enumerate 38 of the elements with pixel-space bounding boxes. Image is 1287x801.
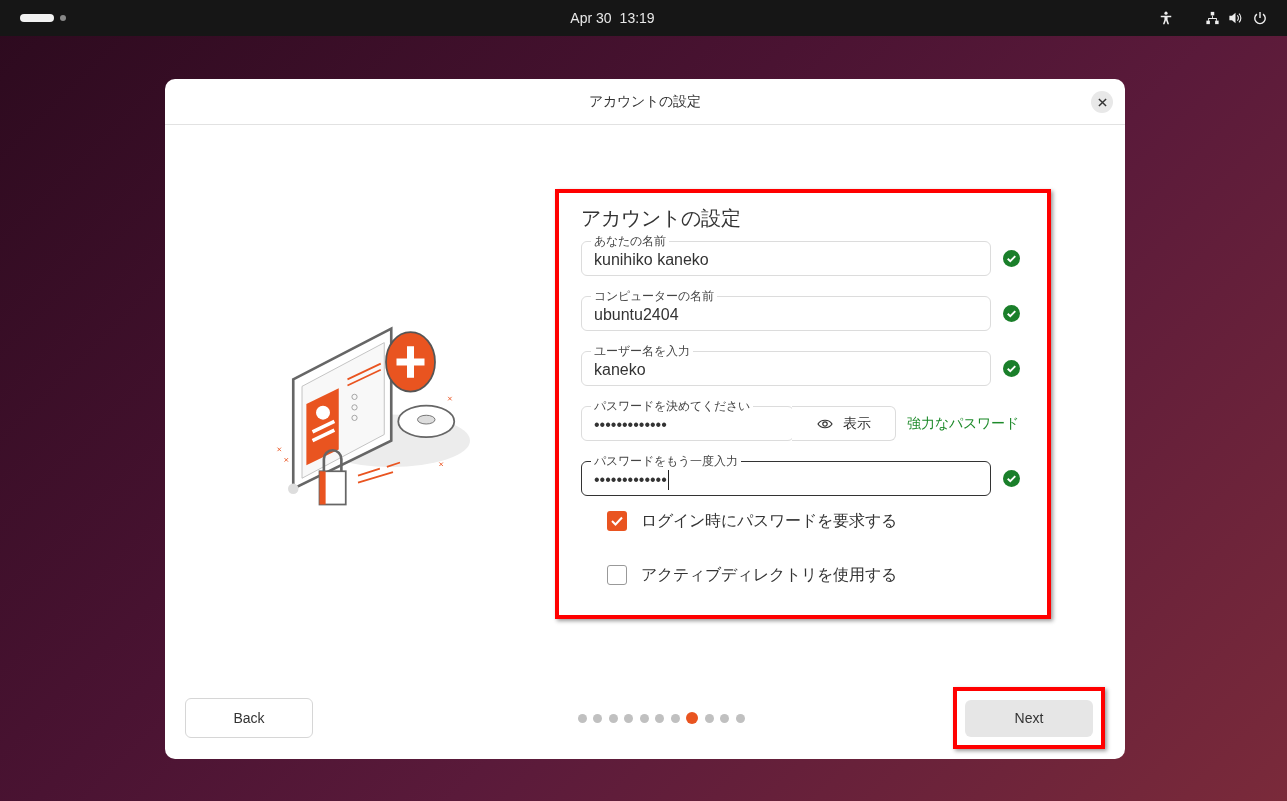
next-button[interactable]: Next (965, 699, 1093, 737)
show-password-button[interactable]: 表示 (792, 406, 896, 441)
back-button[interactable]: Back (185, 698, 313, 738)
check-icon (611, 516, 623, 526)
checkbox[interactable] (607, 511, 627, 531)
window-title: アカウントの設定 (589, 92, 701, 111)
input-field[interactable]: パスワードをもう一度入力 ••••••••••••• (581, 454, 991, 496)
close-icon (1097, 97, 1107, 107)
input-field[interactable]: ユーザー名を入力 kaneko (581, 344, 991, 386)
text-cursor (667, 470, 670, 490)
checkbox[interactable] (607, 565, 627, 585)
workspace-indicator[interactable] (60, 15, 66, 21)
form-heading: アカウントの設定 (581, 206, 742, 231)
field-value: ••••••••••••• (594, 415, 667, 435)
checkbox-label: ログイン時にパスワードを要求する (641, 511, 897, 531)
field-value: kunihiko kaneko (594, 250, 709, 270)
password-strength-text: 強力なパスワード (907, 413, 1019, 433)
checkbox-label: アクティブディレクトリを使用する (641, 565, 897, 585)
eye-icon (816, 418, 833, 429)
field-value: ubuntu2404 (594, 305, 679, 325)
field-value: kaneko (594, 360, 646, 380)
network-icon[interactable] (1205, 11, 1220, 25)
volume-icon[interactable] (1228, 11, 1243, 25)
close-button[interactable] (1091, 91, 1113, 113)
field-value: ••••••••••••• (594, 470, 667, 490)
field-label: あなたの名前 (593, 234, 667, 248)
field-label: パスワードをもう一度入力 (593, 454, 739, 468)
accessibility-icon[interactable] (1159, 11, 1173, 25)
input-field[interactable]: コンピューターの名前 ubuntu2404 (581, 289, 991, 331)
power-icon[interactable] (1253, 11, 1267, 25)
date-text[interactable]: Apr 30 (570, 7, 612, 29)
field-label: パスワードを決めてください (593, 399, 751, 413)
field-label: コンピューターの名前 (593, 289, 715, 303)
clock-text[interactable]: 13:19 (619, 7, 655, 29)
input-field[interactable]: パスワードを決めてください ••••••••••••• (581, 399, 794, 441)
workspace-indicator[interactable] (20, 14, 54, 22)
input-field[interactable]: あなたの名前 kunihiko kaneko (581, 234, 991, 276)
field-label: ユーザー名を入力 (593, 344, 691, 358)
